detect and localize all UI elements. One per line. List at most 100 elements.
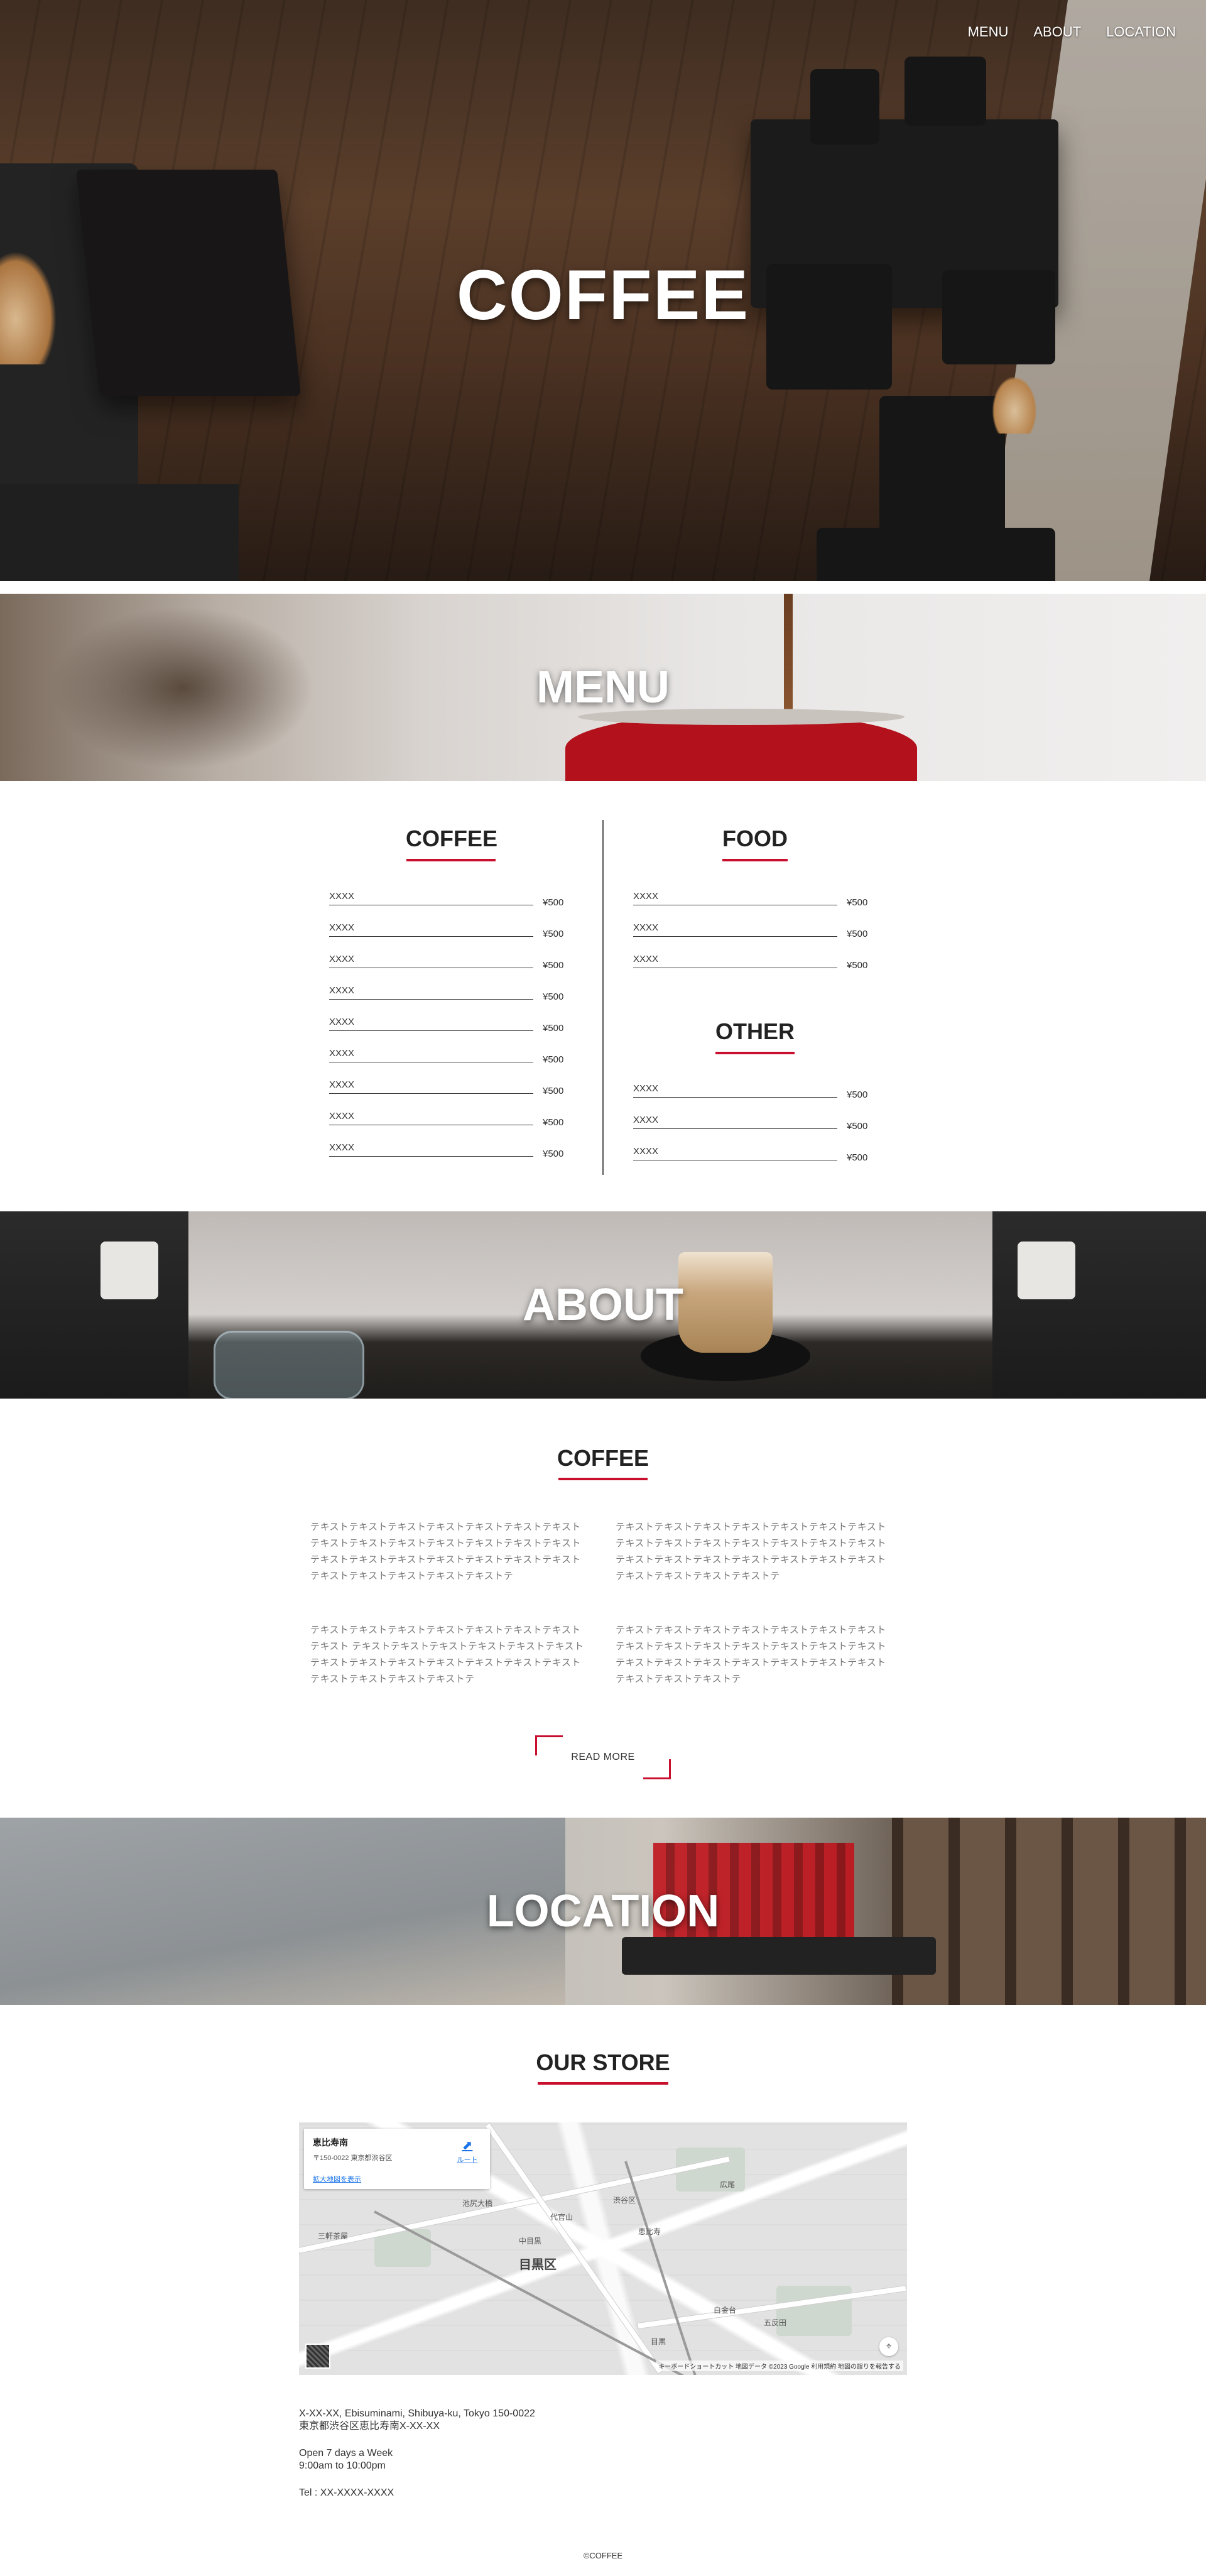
glass-decor [214, 1331, 364, 1399]
menu-item-name: XXXX [329, 985, 355, 996]
map-thumbnail-icon[interactable] [305, 2344, 330, 2369]
menu-item: XXXX ¥500 [633, 1111, 872, 1136]
menu-item-price: ¥500 [543, 1086, 564, 1096]
menu-item-rule [329, 1030, 533, 1031]
menu-item-rule [329, 1156, 533, 1157]
menu-item: XXXX ¥500 [633, 1079, 872, 1105]
store-address-jp: 東京都渋谷区恵比寿南X-XX-XX [299, 2421, 440, 2431]
menu-item-price: ¥500 [543, 1149, 564, 1159]
banner-decor [622, 1937, 936, 1975]
store-map[interactable]: 目黒区 渋谷区 代官山 中目黒 恵比寿 広尾 白金台 目黒 五反田 池尻大橋 三… [299, 2122, 907, 2375]
menu-item-price: ¥500 [543, 1054, 564, 1065]
map-ward-label: 目黒区 [519, 2258, 557, 2272]
store-tel: Tel : XX-XXXX-XXXX [299, 2487, 394, 2498]
about-section-title: COFFEE [557, 1445, 649, 1471]
menu-column-divider [602, 820, 604, 1175]
map-park [776, 2286, 852, 2336]
map-place-label: 恵比寿 [638, 2227, 661, 2236]
menu-item-name: XXXX [633, 1083, 659, 1094]
map-place-label: 中目黒 [519, 2237, 542, 2246]
menu-item-name: XXXX [633, 891, 659, 902]
about-banner-title: ABOUT [523, 1280, 683, 1330]
menu-item: XXXX ¥500 [633, 887, 872, 912]
menu-item-name: XXXX [633, 1115, 659, 1125]
menu-item-price: ¥500 [543, 897, 564, 908]
food-title-underline [722, 859, 788, 861]
map-place-label: 目黒 [651, 2337, 666, 2346]
menu-item: XXXX ¥500 [633, 950, 872, 975]
page-footer: ©COFFEE [583, 2551, 623, 2560]
route-arrow-icon: ⬈ [462, 2139, 473, 2153]
menu-item: XXXX ¥500 [329, 981, 568, 1007]
map-place-label: 渋谷区 [613, 2196, 636, 2205]
menu-item: XXXX ¥500 [633, 919, 872, 944]
menu-item-name: XXXX [329, 1111, 355, 1122]
food-menu-title: FOOD [722, 826, 788, 851]
store-title-underline [538, 2082, 668, 2085]
menu-item-price: ¥500 [847, 1121, 868, 1132]
coffee-menu-title: COFFEE [405, 826, 497, 851]
map-card-address: 〒150-0022 東京都渋谷区 [313, 2154, 393, 2162]
menu-item: XXXX ¥500 [329, 1076, 568, 1101]
menu-item-price: ¥500 [543, 1117, 564, 1128]
hero-section: MENU ABOUT LOCATION COFFEE [0, 0, 1206, 581]
menu-item-rule [633, 1097, 837, 1098]
store-hours-time: 9:00am to 10:00pm [299, 2460, 386, 2471]
menu-item: XXXX ¥500 [329, 950, 568, 975]
menu-item-price: ¥500 [543, 960, 564, 971]
menu-item-price: ¥500 [847, 960, 868, 971]
read-more-label: READ MORE [571, 1752, 635, 1762]
about-paragraph: テキストテキストテキストテキストテキストテキストテキスト テキストテキストテキス… [616, 1522, 886, 1581]
store-section-title: OUR STORE [536, 2049, 670, 2075]
menu-banner: MENU [0, 594, 1206, 781]
nav-link-menu[interactable]: MENU [968, 24, 1009, 40]
menu-item-name: XXXX [329, 954, 355, 964]
read-more-button[interactable]: READ MORE [535, 1735, 671, 1779]
menu-item: XXXX ¥500 [633, 1142, 872, 1167]
menu-item-rule [633, 1128, 837, 1129]
map-place-label: 代官山 [550, 2213, 573, 2222]
map-road [485, 2123, 663, 2374]
hero-title: COFFEE [456, 256, 750, 334]
map-place-label: 白金台 [714, 2306, 737, 2315]
menu-item: XXXX ¥500 [329, 887, 568, 912]
menu-item-name: XXXX [633, 1146, 659, 1157]
map-place-label: 池尻大橋 [462, 2199, 493, 2208]
menu-item: XXXX ¥500 [329, 1013, 568, 1038]
store-address-en: X-XX-XX, Ebisuminami, Shibuya-ku, Tokyo … [299, 2408, 535, 2419]
menu-item-price: ¥500 [543, 1023, 564, 1034]
menu-item-rule [329, 999, 533, 1000]
menu-item: XXXX ¥500 [329, 919, 568, 944]
menu-item-rule [329, 936, 533, 937]
menu-item-price: ¥500 [543, 991, 564, 1002]
map-route-button[interactable]: ⬈ ルート [455, 2137, 480, 2164]
menu-item-name: XXXX [329, 1079, 355, 1090]
coffee-title-underline [406, 859, 496, 861]
map-enlarge-link[interactable]: 拡大地図を表示 [313, 2174, 361, 2184]
menu-item-price: ¥500 [847, 1089, 868, 1100]
menu-item-name: XXXX [329, 891, 355, 902]
menu-item-name: XXXX [633, 954, 659, 964]
menu-item-price: ¥500 [847, 929, 868, 939]
menu-item: XXXX ¥500 [329, 1138, 568, 1164]
menu-item-rule [329, 1093, 533, 1094]
about-title-underline [558, 1478, 648, 1480]
menu-item: XXXX ¥500 [329, 1107, 568, 1132]
menu-item-rule [633, 936, 837, 937]
crosshair-icon[interactable]: ⌖ [879, 2337, 898, 2356]
map-place-label: 三軒茶屋 [318, 2232, 349, 2240]
about-banner: ABOUT [0, 1211, 1206, 1399]
menu-item-name: XXXX [329, 1017, 355, 1027]
nav-link-about[interactable]: ABOUT [1033, 24, 1081, 40]
location-banner: LOCATION [0, 1818, 1206, 2005]
menu-item-name: XXXX [329, 922, 355, 933]
menu-item-name: XXXX [633, 922, 659, 933]
nav-link-location[interactable]: LOCATION [1106, 24, 1176, 40]
map-place-label: 広尾 [720, 2180, 736, 2189]
about-paragraph: テキストテキストテキストテキストテキストテキストテキスト テキストテキストテキス… [616, 1625, 886, 1684]
map-route-label: ルート [457, 2156, 478, 2164]
menu-item-name: XXXX [329, 1142, 355, 1153]
other-menu-title: OTHER [715, 1018, 795, 1044]
about-paragraph: テキストテキストテキストテキストテキストテキストテキストテキストテキストテキスト… [310, 1522, 581, 1581]
map-info-card: 恵比寿南 〒150-0022 東京都渋谷区 拡大地図を表示 ⬈ ルート [304, 2129, 490, 2189]
